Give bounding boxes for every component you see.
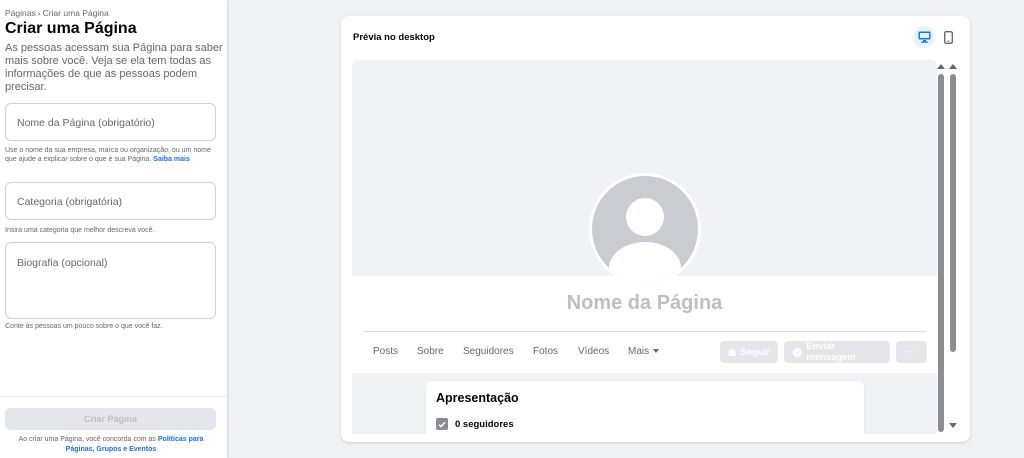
- tab-photos[interactable]: Fotos: [533, 346, 558, 357]
- more-options-button[interactable]: ···: [896, 341, 927, 363]
- breadcrumb-pages-link[interactable]: Páginas: [5, 8, 36, 18]
- tab-videos[interactable]: Vídeos: [578, 346, 609, 357]
- chevron-down-icon: [653, 349, 660, 354]
- desktop-preview-card: Prévia no desktop Nome da Página Posts S…: [341, 16, 970, 442]
- followers-count: 0 seguidores: [455, 418, 514, 430]
- follow-icon: [728, 348, 736, 356]
- page-title: Criar uma Página: [5, 20, 137, 37]
- tab-more[interactable]: Mais: [628, 346, 660, 357]
- page-name-placeholder: Nome da Página (obrigatório): [17, 117, 155, 129]
- learn-more-link[interactable]: Saiba mais: [153, 156, 190, 163]
- intro-text: As pessoas acessam sua Página para saber…: [5, 42, 223, 93]
- category-field[interactable]: Categoria (obrigatória): [5, 182, 216, 220]
- followers-row: 0 seguidores: [436, 418, 514, 430]
- scrollbar-outer[interactable]: [938, 74, 944, 432]
- preview-page-name: Nome da Página: [566, 292, 723, 314]
- preview-title: Prévia no desktop: [353, 32, 435, 43]
- default-avatar-icon: [609, 198, 681, 282]
- nav-divider: [363, 331, 926, 332]
- bio-placeholder: Biografia (opcional): [17, 257, 108, 269]
- tab-more-label: Mais: [628, 346, 650, 357]
- tab-followers[interactable]: Seguidores: [463, 346, 514, 357]
- tab-posts[interactable]: Posts: [373, 346, 398, 357]
- scroll-up-arrow-icon[interactable]: [949, 64, 957, 69]
- desktop-icon: [918, 31, 930, 43]
- breadcrumb-separator: ›: [37, 8, 41, 18]
- create-page-sidebar: Páginas › Criar uma Página Criar uma Págin…: [0, 0, 228, 458]
- mobile-preview-button[interactable]: [937, 26, 959, 48]
- category-placeholder: Categoria (obrigatória): [17, 196, 123, 208]
- scroll-down-arrow-icon[interactable]: [949, 423, 957, 428]
- mobile-icon: [943, 30, 953, 44]
- messenger-icon: [792, 347, 802, 357]
- scroll-up-arrow-icon[interactable]: [937, 64, 945, 69]
- follow-label: Seguir: [740, 346, 770, 358]
- intro-card: Apresentação 0 seguidores: [426, 381, 864, 434]
- bio-help: Conte às pessoas um pouco sobre o que vo…: [5, 323, 163, 330]
- tab-about[interactable]: Sobre: [417, 346, 444, 357]
- desktop-preview-button[interactable]: [913, 26, 935, 48]
- terms-notice: Ao criar uma Página, você concorda com a…: [5, 435, 217, 455]
- category-help: Insira uma categoria que melhor descreva…: [5, 227, 155, 234]
- breadcrumb-current: Criar uma Página: [42, 8, 109, 18]
- breadcrumb: Páginas › Criar uma Página: [5, 8, 109, 18]
- page-name-help: Use o nome da sua empresa, marca ou orga…: [5, 146, 217, 164]
- page-name-field[interactable]: Nome da Página (obrigatório): [5, 103, 216, 141]
- page-preview: Nome da Página Posts Sobre Seguidores Fo…: [352, 60, 937, 434]
- send-message-button[interactable]: Enviar mensagem: [784, 341, 890, 363]
- intro-card-title: Apresentação: [436, 391, 519, 405]
- profile-picture: [589, 173, 701, 285]
- create-page-button[interactable]: Criar Página: [5, 408, 216, 430]
- send-message-label: Enviar mensagem: [806, 341, 856, 363]
- scrollbar-inner[interactable]: [950, 74, 956, 352]
- checkbox-icon: [436, 418, 448, 430]
- bio-field[interactable]: Biografia (opcional): [5, 242, 216, 319]
- avatar: [592, 176, 698, 282]
- footer-divider: [0, 396, 227, 397]
- terms-text: Ao criar uma Página, você concorda com a…: [18, 436, 156, 443]
- follow-button[interactable]: Seguir: [720, 341, 778, 363]
